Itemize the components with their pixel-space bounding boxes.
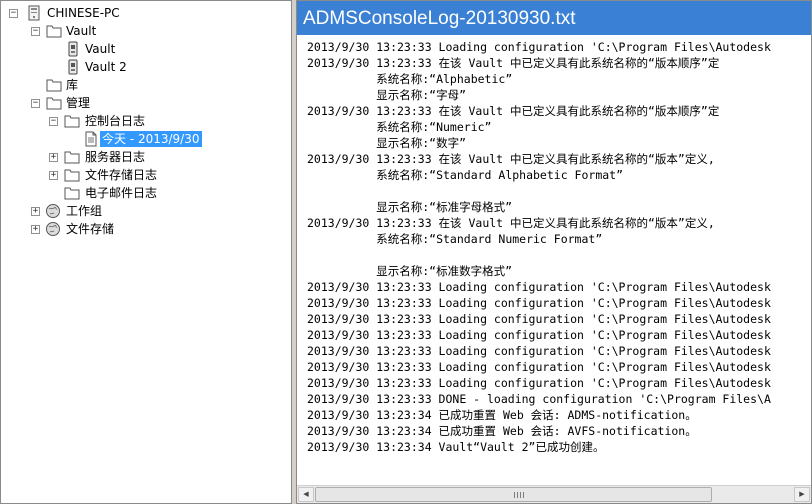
tree-item-label: 库	[66, 78, 79, 92]
globe-icon	[45, 221, 61, 237]
log-line: 系统名称:“Alphabetic”	[307, 72, 513, 86]
log-line: 2013/9/30 13:23:33 Loading configuration…	[307, 360, 771, 374]
log-line: 2013/9/30 13:23:34 已成功重置 Web 会话: ADMS-no…	[307, 408, 697, 422]
tree-item-filestore-log[interactable]: + 文件存储日志	[1, 166, 291, 184]
log-line: 显示名称:“字母”	[307, 88, 467, 102]
log-line: 2013/9/30 13:23:33 Loading configuration…	[307, 376, 771, 390]
log-file-title: ADMSConsoleLog-20130930.txt	[297, 1, 811, 35]
tree-item-label: Vault	[66, 24, 97, 38]
log-line: 2013/9/30 13:23:33 Loading configuration…	[307, 312, 771, 326]
collapse-toggle[interactable]: −	[31, 99, 40, 108]
folder-icon	[64, 185, 80, 201]
tree-item-label: 文件存储	[66, 222, 115, 236]
scroll-right-button[interactable]: ▶	[794, 487, 810, 502]
log-line: 2013/9/30 13:23:33 Loading configuration…	[307, 296, 771, 310]
tree-item-vault-2[interactable]: Vault 2	[1, 58, 291, 76]
scroll-left-button[interactable]: ◀	[298, 487, 314, 502]
globe-icon	[45, 203, 61, 219]
vault-icon	[65, 59, 81, 75]
tree-item-label: 今天 - 2013/9/30	[100, 131, 202, 147]
folder-icon	[64, 167, 80, 183]
navigation-tree[interactable]: − CHINESE-PC − Vault Vault Vault 2 库 − 管…	[0, 0, 292, 504]
log-line: 2013/9/30 13:23:34 Vault“Vault 2”已成功创建。	[307, 440, 605, 454]
folder-icon	[46, 95, 62, 111]
horizontal-scrollbar[interactable]: ◀ ▶	[297, 485, 811, 503]
tree-item-console-log[interactable]: − 控制台日志	[1, 112, 291, 130]
expand-toggle[interactable]: +	[49, 171, 58, 180]
tree-item-computer[interactable]: − CHINESE-PC	[1, 4, 291, 22]
log-line: 系统名称:“Numeric”	[307, 120, 492, 134]
log-content[interactable]: 2013/9/30 13:23:33 Loading configuration…	[297, 39, 811, 485]
log-line: 系统名称:“Standard Alphabetic Format”	[307, 168, 624, 182]
folder-icon	[64, 113, 80, 129]
tree-item-workgroup[interactable]: + 工作组	[1, 202, 291, 220]
tree-item-server-log[interactable]: + 服务器日志	[1, 148, 291, 166]
log-line: 显示名称:“数字”	[307, 136, 467, 150]
log-line: 2013/9/30 13:23:33 Loading configuration…	[307, 344, 771, 358]
scrollbar-thumb[interactable]	[315, 487, 712, 502]
collapse-toggle[interactable]: −	[31, 27, 40, 36]
expand-toggle[interactable]: +	[31, 207, 40, 216]
folder-icon	[46, 77, 62, 93]
folder-icon	[46, 23, 62, 39]
scrollbar-grip	[520, 492, 521, 498]
log-line: 2013/9/30 13:23:33 在该 Vault 中已定义具有此系统名称的…	[307, 216, 715, 230]
log-line: 2013/9/30 13:23:34 已成功重置 Web 会话: AVFS-no…	[307, 424, 697, 438]
log-line: 2013/9/30 13:23:33 在该 Vault 中已定义具有此系统名称的…	[307, 152, 715, 166]
folder-icon	[64, 149, 80, 165]
scrollbar-grip	[514, 492, 515, 498]
document-icon	[83, 131, 99, 147]
scrollbar-grip	[517, 492, 518, 498]
tree-item-label: 文件存储日志	[85, 168, 158, 182]
tree-item-vault[interactable]: − Vault	[1, 22, 291, 40]
log-line: 2013/9/30 13:23:33 DONE - loading config…	[307, 392, 771, 406]
expand-toggle[interactable]: +	[31, 225, 40, 234]
log-line: 2013/9/30 13:23:33 Loading configuration…	[307, 40, 771, 54]
expand-toggle[interactable]: +	[49, 153, 58, 162]
tree-item-label: CHINESE-PC	[47, 6, 120, 20]
tree-item-today-log[interactable]: 今天 - 2013/9/30	[1, 130, 291, 148]
tree-item-email-log[interactable]: 电子邮件日志	[1, 184, 291, 202]
log-line: 2013/9/30 13:23:33 在该 Vault 中已定义具有此系统名称的…	[307, 56, 720, 70]
computer-icon	[26, 5, 42, 21]
scrollbar-grip	[523, 492, 524, 498]
tree-item-label: Vault 2	[85, 60, 127, 74]
log-line: 2013/9/30 13:23:33 Loading configuration…	[307, 280, 771, 294]
log-line: 系统名称:“Standard Numeric Format”	[307, 232, 603, 246]
tree-item-label: 控制台日志	[85, 114, 146, 128]
tree-item-label: Vault	[85, 42, 116, 56]
tree-item-library[interactable]: 库	[1, 76, 291, 94]
tree-item-vault-1[interactable]: Vault	[1, 40, 291, 58]
collapse-toggle[interactable]: −	[49, 117, 58, 126]
tree-item-label: 服务器日志	[85, 150, 146, 164]
vault-icon	[65, 41, 81, 57]
log-line: 2013/9/30 13:23:33 在该 Vault 中已定义具有此系统名称的…	[307, 104, 720, 118]
log-line: 显示名称:“标准字母格式”	[307, 200, 513, 214]
tree-item-manage[interactable]: − 管理	[1, 94, 291, 112]
log-line: 2013/9/30 13:23:33 Loading configuration…	[307, 328, 771, 342]
tree-item-label: 电子邮件日志	[85, 186, 158, 200]
collapse-toggle[interactable]: −	[9, 9, 18, 18]
log-viewer: ADMSConsoleLog-20130930.txt 2013/9/30 13…	[296, 0, 812, 504]
tree-item-label: 管理	[66, 96, 91, 110]
log-line: 显示名称:“标准数字格式”	[307, 264, 513, 278]
tree-item-filestore[interactable]: + 文件存储	[1, 220, 291, 238]
tree-item-label: 工作组	[66, 204, 103, 218]
